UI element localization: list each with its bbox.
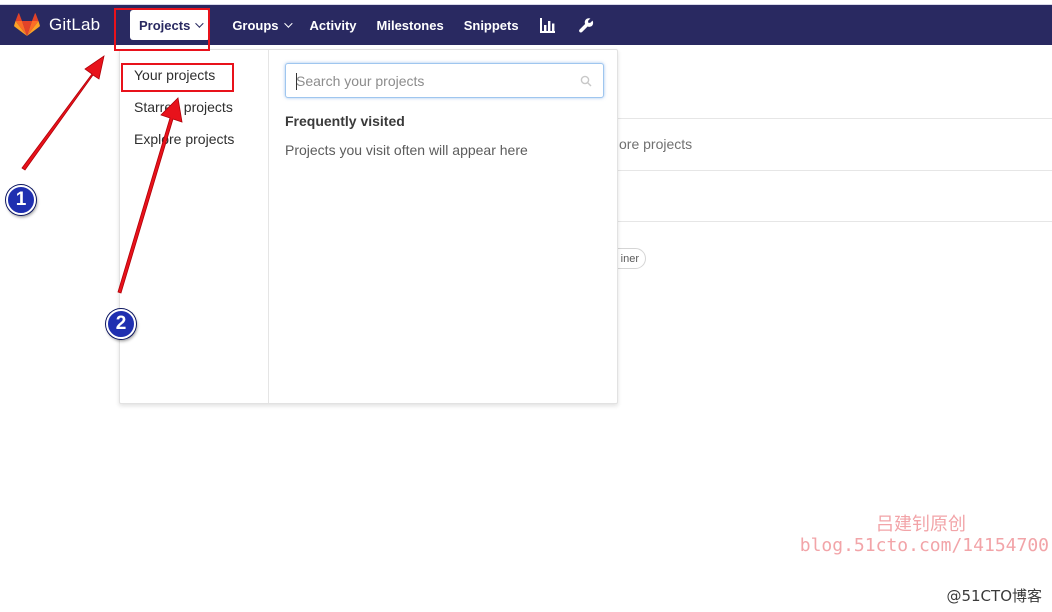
step-marker-2: 2: [106, 309, 136, 339]
projects-pill[interactable]: Projects: [130, 10, 211, 40]
explore-projects-link[interactable]: Explore projects: [120, 124, 268, 156]
search-icon: [580, 75, 592, 87]
watermark-corner: @51CTO博客: [946, 587, 1042, 605]
chart-bar-icon: [539, 18, 555, 33]
nav-groups-dropdown[interactable]: Groups: [220, 5, 299, 45]
nav-groups-label: Groups: [232, 17, 279, 33]
chevron-down-icon: [283, 19, 293, 28]
background-partial-text: ore projects: [619, 136, 693, 152]
search-projects-input[interactable]: [286, 64, 603, 97]
nav-activity-label: Activity: [309, 17, 357, 33]
text-cursor: [296, 73, 297, 90]
background-divider: [618, 170, 1052, 171]
frequently-visited-empty-state: Projects you visit often will appear her…: [285, 142, 528, 158]
gitlab-logo-icon: [14, 13, 40, 36]
projects-dropdown-menu: Your projects Starred projects Explore p…: [119, 49, 618, 404]
frequent-projects-panel: Frequently visited Projects you visit of…: [269, 50, 617, 403]
watermark-author: 吕建钊原创: [876, 514, 966, 535]
chevron-down-icon: [195, 19, 204, 28]
top-navbar: GitLab Projects Groups Activity Mileston…: [0, 5, 1052, 45]
frequently-visited-heading: Frequently visited: [285, 113, 405, 129]
search-projects-box: [285, 63, 604, 98]
nav-snippets-label: Snippets: [463, 17, 519, 33]
nav-projects-label: Projects: [139, 17, 191, 33]
your-projects-link[interactable]: Your projects: [120, 60, 268, 92]
nav-admin-area[interactable]: [567, 5, 605, 45]
wrench-icon: [578, 18, 593, 33]
nav-activity[interactable]: Activity: [300, 5, 367, 45]
watermark-url: blog.51cto.com/14154700: [799, 535, 1049, 556]
gitlab-home-link[interactable]: GitLab: [14, 5, 114, 45]
nav-milestones[interactable]: Milestones: [367, 5, 454, 45]
nav-snippets[interactable]: Snippets: [454, 5, 529, 45]
nav-milestones-label: Milestones: [376, 17, 444, 33]
arrow-1: [21, 55, 105, 171]
step-marker-1: 1: [6, 185, 36, 215]
background-divider: [618, 118, 1052, 119]
starred-projects-link[interactable]: Starred projects: [120, 92, 268, 124]
background-divider: [618, 221, 1052, 222]
nav-projects-dropdown[interactable]: Projects: [120, 5, 220, 45]
nav-analytics[interactable]: [529, 5, 567, 45]
brand-name: GitLab: [49, 15, 101, 34]
projects-dropdown-links: Your projects Starred projects Explore p…: [120, 50, 269, 403]
